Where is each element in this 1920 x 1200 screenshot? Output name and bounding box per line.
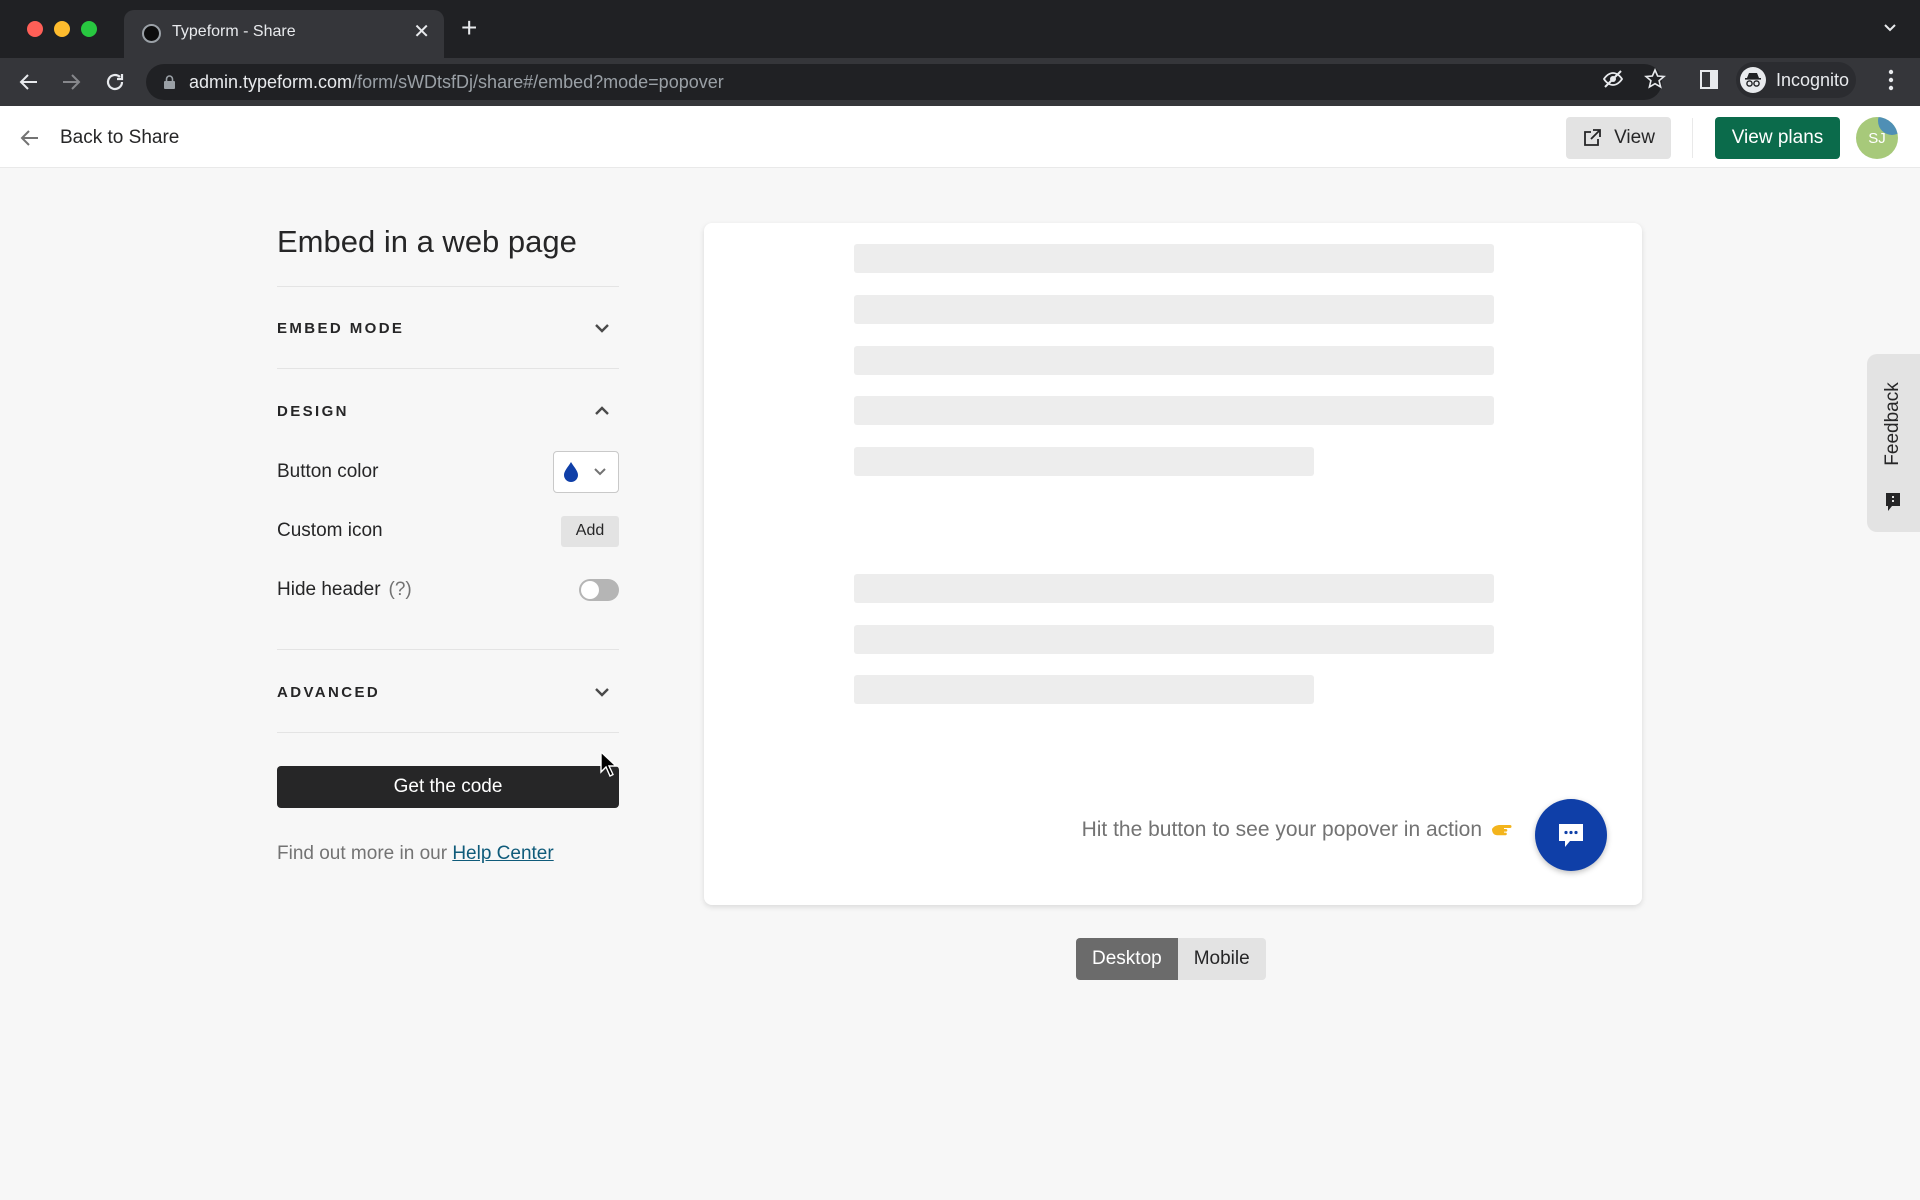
incognito-icon — [1740, 67, 1766, 93]
device-mobile-button[interactable]: Mobile — [1177, 938, 1266, 980]
incognito-label: Incognito — [1776, 70, 1850, 90]
help-hint[interactable]: (?) — [389, 579, 412, 600]
address-bar[interactable]: admin.typeform.com/form/sWDtsfDj/share#/… — [146, 64, 1662, 100]
skeleton-line — [854, 574, 1494, 603]
divider — [277, 286, 619, 287]
help-center-link[interactable]: Help Center — [452, 843, 553, 864]
feedback-chat-icon — [1886, 493, 1900, 511]
close-tab-icon[interactable]: ✕ — [413, 20, 430, 44]
divider — [277, 649, 619, 650]
divider — [277, 368, 619, 369]
divider — [277, 732, 619, 733]
tab-title: Typeform - Share — [172, 23, 296, 40]
browser-toolbar: admin.typeform.com/form/sWDtsfDj/share#/… — [0, 58, 1920, 106]
forward-icon[interactable] — [59, 70, 83, 94]
pointing-right-hand-icon — [1492, 825, 1512, 836]
feedback-tab[interactable]: Feedback — [1867, 354, 1920, 532]
incognito-profile-button[interactable]: Incognito — [1736, 62, 1856, 98]
feedback-label: Feedback — [1882, 382, 1903, 466]
user-avatar[interactable]: SJ — [1856, 117, 1898, 159]
lock-icon — [164, 75, 175, 89]
section-title: DESIGN — [277, 402, 349, 420]
color-drop-icon — [564, 462, 578, 482]
section-title: ADVANCED — [277, 683, 381, 701]
hide-header-label: Hide header (?) — [277, 579, 412, 600]
skeleton-line — [854, 346, 1494, 375]
chevron-down-icon — [595, 324, 609, 333]
device-toggle: Desktop Mobile — [1076, 938, 1266, 980]
page-title: Embed in a web page — [277, 224, 577, 259]
side-panel-icon[interactable] — [1700, 70, 1718, 89]
skeleton-line — [854, 396, 1494, 425]
skeleton-line — [854, 244, 1494, 273]
hide-header-row: Hide header (?) — [277, 570, 619, 610]
view-label: View — [1614, 127, 1655, 148]
maximize-window-button[interactable] — [81, 21, 97, 37]
tab-list-icon[interactable] — [1882, 20, 1898, 36]
close-window-button[interactable] — [27, 21, 43, 37]
chevron-up-icon — [595, 406, 609, 415]
url-text[interactable]: admin.typeform.com/form/sWDtsfDj/share#/… — [189, 72, 724, 93]
section-embed-mode[interactable]: EMBED MODE — [277, 313, 619, 343]
header-divider — [1692, 118, 1693, 158]
reload-icon[interactable] — [103, 70, 127, 94]
custom-icon-label: Custom icon — [277, 520, 383, 541]
button-color-select[interactable] — [553, 451, 619, 493]
chat-bubble-icon — [1559, 824, 1583, 847]
mouse-cursor-icon — [600, 751, 618, 777]
button-color-label: Button color — [277, 461, 379, 482]
button-color-row: Button color — [277, 451, 619, 493]
add-custom-icon-button[interactable]: Add — [561, 515, 619, 547]
star-icon[interactable] — [1644, 68, 1666, 90]
device-desktop-button[interactable]: Desktop — [1076, 938, 1178, 980]
back-label: Back to Share — [60, 127, 180, 148]
skeleton-line — [854, 675, 1314, 704]
arrow-left-icon — [20, 130, 38, 146]
external-link-icon — [1584, 129, 1601, 146]
app-header: Back to Share View View plans SJ — [0, 106, 1920, 168]
popover-hint: Hit the button to see your popover in ac… — [1082, 818, 1512, 842]
skeleton-line — [854, 295, 1494, 324]
get-the-code-button[interactable]: Get the code — [277, 766, 619, 808]
back-icon[interactable] — [17, 70, 41, 94]
chevron-down-icon — [594, 468, 606, 476]
avatar-initials: SJ — [1868, 129, 1886, 147]
section-design[interactable]: DESIGN — [277, 396, 619, 426]
back-to-share-link[interactable]: Back to Share — [18, 124, 179, 152]
minimize-window-button[interactable] — [54, 21, 70, 37]
section-title: EMBED MODE — [277, 319, 405, 337]
new-tab-icon[interactable]: + — [461, 14, 477, 42]
eye-off-icon[interactable] — [1602, 68, 1624, 90]
browser-tab[interactable]: Typeform - Share ✕ — [124, 10, 444, 58]
skeleton-line — [854, 625, 1494, 654]
help-text: Find out more in our Help Center — [277, 843, 554, 864]
hide-header-toggle[interactable] — [579, 579, 619, 601]
section-advanced[interactable]: ADVANCED — [277, 677, 619, 707]
chevron-down-icon — [595, 688, 609, 697]
view-button[interactable]: View — [1566, 117, 1671, 159]
skeleton-line — [854, 447, 1314, 476]
kebab-menu-icon[interactable] — [1884, 68, 1898, 92]
popover-chat-button[interactable] — [1535, 799, 1607, 871]
typeform-favicon-icon — [142, 24, 161, 43]
embed-preview: Hit the button to see your popover in ac… — [704, 223, 1642, 905]
view-plans-button[interactable]: View plans — [1715, 117, 1840, 159]
browser-titlebar: Typeform - Share ✕ + — [0, 0, 1920, 58]
custom-icon-row: Custom icon Add — [277, 511, 619, 551]
